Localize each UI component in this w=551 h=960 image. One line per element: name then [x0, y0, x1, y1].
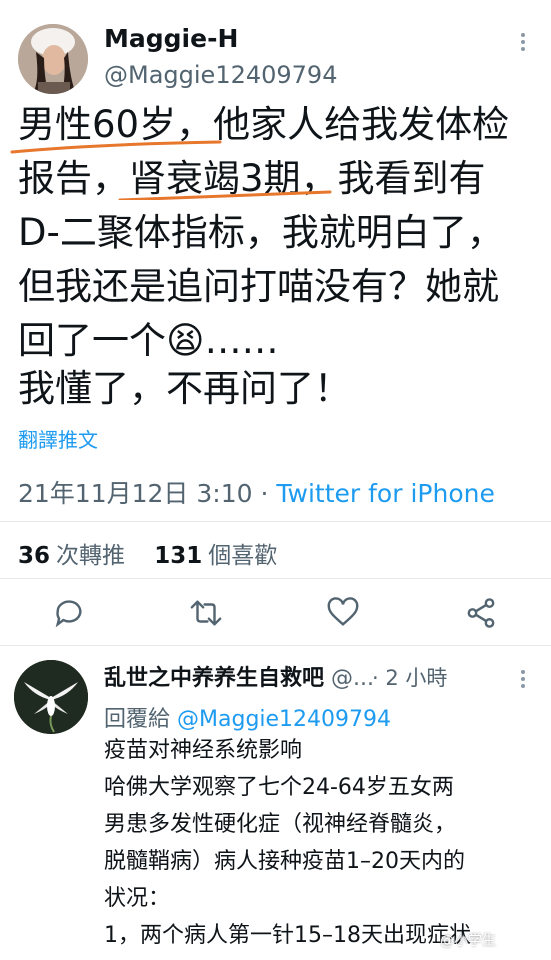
retweets-count[interactable]: 36 — [18, 543, 50, 569]
meta-separator: · — [260, 479, 269, 508]
divider — [0, 578, 551, 579]
reply-text-line: 脱髓鞘病）病人接种疫苗1–20天内的 — [104, 849, 465, 874]
heart-icon[interactable] — [326, 596, 360, 630]
retweets-label[interactable]: 次轉推 — [56, 543, 125, 569]
tweet-text-line: 我懂了，不再问了！ — [18, 367, 351, 410]
reply-text-line: 1，两个病人第一针15–18天出现症状 — [104, 923, 471, 948]
divider — [0, 521, 551, 522]
likes-label[interactable]: 個喜歡 — [208, 543, 277, 569]
highlight-underlines — [10, 140, 332, 200]
tweet-text-line: 但我还是追问打喵没有？她就 — [18, 265, 499, 308]
more-icon[interactable] — [513, 667, 533, 691]
retweet-icon[interactable] — [189, 596, 223, 630]
reply-text-line: 男患多发性硬化症（视神经脊髓炎， — [104, 812, 457, 837]
tweet-source-link[interactable]: Twitter for iPhone — [276, 479, 494, 508]
divider — [0, 645, 551, 646]
tweet-meta: 21年11月12日 3:10 · Twitter for iPhone — [18, 474, 495, 510]
tweet-text-line: D-二聚体指标，我就明白了， — [18, 211, 504, 254]
reply-icon[interactable] — [52, 596, 86, 630]
engagement-stats: 36 次轉推 131 個喜歡 — [18, 536, 277, 570]
tweet-text-line: 回了一个😫…… — [18, 319, 279, 362]
replying-to: 回覆給 @Maggie12409794 — [104, 701, 391, 733]
reply-author-avatar[interactable] — [14, 660, 88, 734]
reply-author-name[interactable]: 乱世之中养养生自救吧 @... — [104, 660, 374, 692]
share-icon[interactable] — [464, 596, 498, 630]
reply-time[interactable]: · 2 小時 — [372, 662, 447, 692]
translate-tweet-link[interactable]: 翻譯推文 — [18, 424, 98, 453]
replying-to-label: 回覆給 — [104, 707, 171, 732]
replying-to-handle[interactable]: @Maggie12409794 — [177, 707, 391, 732]
reply-text-line: 状况： — [104, 886, 171, 911]
tweet-timestamp[interactable]: 21年11月12日 3:10 — [18, 479, 253, 508]
reply-text-line: 疫苗对神经系统影响 — [104, 738, 303, 763]
likes-count[interactable]: 131 — [154, 543, 202, 569]
reply-author-display-name[interactable]: 乱世之中养养生自救吧 — [104, 666, 324, 691]
watermark: @小学生 — [440, 933, 496, 949]
reply-text-line: 哈佛大学观察了七个24-64岁五女两 — [104, 775, 454, 800]
reply-author-handle[interactable]: @... — [331, 666, 374, 691]
